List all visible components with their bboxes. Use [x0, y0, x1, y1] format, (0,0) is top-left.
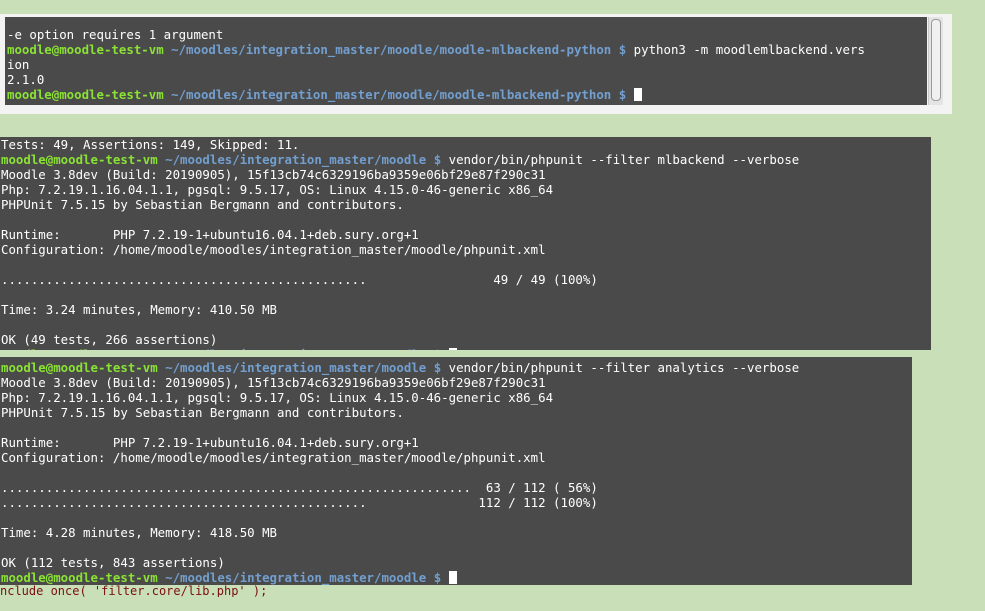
prompt-line: moodle@moodle-test-vm ~/moodles/integrat… — [7, 42, 927, 57]
prompt-symbol: $ — [433, 360, 442, 375]
prompt-user: moodle@moodle-test-vm — [1, 347, 158, 350]
output-line: OK (49 tests, 266 assertions) — [1, 332, 218, 347]
prompt-user: moodle@moodle-test-vm — [7, 42, 164, 57]
output-line: OK (112 tests, 843 assertions) — [1, 555, 225, 570]
output-line: PHPUnit 7.5.15 by Sebastian Bergmann and… — [1, 197, 404, 212]
output-line: Time: 4.28 minutes, Memory: 418.50 MB — [1, 525, 278, 540]
output-line: Moodle 3.8dev (Build: 20190905), 15f13cb… — [1, 375, 546, 390]
terminal-cursor — [448, 571, 457, 584]
terminal-cursor — [448, 348, 457, 350]
prompt-path: ~/moodles/integration_master/moodle — [165, 570, 427, 585]
output-line: Moodle 3.8dev (Build: 20190905), 15f13cb… — [1, 167, 546, 182]
terminal-middle[interactable]: Tests: 49, Assertions: 149, Skipped: 11.… — [0, 137, 931, 350]
prompt-line: moodle@moodle-test-vm ~/moodles/integrat… — [1, 347, 931, 350]
terminal-bottom[interactable]: moodle@moodle-test-vm ~/moodles/integrat… — [0, 357, 912, 585]
prompt-symbol: $ — [433, 570, 442, 585]
output-line: Php: 7.2.19.1.16.04.1.1, pgsql: 9.5.17, … — [1, 390, 554, 405]
prompt-path: ~/moodles/integration_master/moodle — [165, 360, 427, 375]
output-line: 2.1.0 — [7, 72, 45, 87]
prompt-user: moodle@moodle-test-vm — [1, 360, 158, 375]
output-line: Runtime: PHP 7.2.19-1+ubuntu16.04.1+deb.… — [1, 435, 419, 450]
prompt-line: moodle@moodle-test-vm ~/moodles/integrat… — [1, 152, 931, 167]
prompt-path: ~/moodles/integration_master/moodle — [165, 152, 427, 167]
prompt-line: moodle@moodle-test-vm ~/moodles/integrat… — [7, 87, 927, 102]
output-line: ........................................… — [1, 272, 598, 287]
output-line: Tests: 49, Assertions: 149, Skipped: 11. — [1, 137, 300, 152]
output-line: ........................................… — [1, 480, 598, 495]
output-line: ........................................… — [1, 495, 598, 510]
prompt-path: ~/moodles/integration_master/moodle — [165, 347, 426, 350]
prompt-user: moodle@moodle-test-vm — [1, 570, 158, 585]
output-line: PHPUnit 7.5.15 by Sebastian Bergmann and… — [1, 405, 404, 420]
output-line: Php: 7.2.19.1.16.04.1.1, pgsql: 9.5.17, … — [1, 182, 554, 197]
output-line: Configuration: /home/moodle/moodles/inte… — [1, 242, 546, 257]
command-text: python3 -m moodlemlbackend.vers — [633, 42, 865, 57]
output-line: Time: 3.24 minutes, Memory: 410.50 MB — [1, 302, 278, 317]
background-editor-fragment: nclude_once( 'filter.core/lib.php' ); — [0, 585, 268, 597]
prompt-symbol: $ — [434, 347, 441, 350]
command-text: vendor/bin/phpunit --filter analytics --… — [448, 360, 800, 375]
prompt-symbol: $ — [433, 152, 442, 167]
output-line: Configuration: /home/moodle/moodles/inte… — [1, 450, 546, 465]
prompt-user: moodle@moodle-test-vm — [7, 87, 164, 102]
terminal-cursor — [633, 88, 642, 101]
prompt-line: moodle@moodle-test-vm ~/moodles/integrat… — [1, 360, 912, 375]
terminal-top-scrollbar[interactable] — [928, 17, 943, 105]
output-line: -e option requires 1 argument — [7, 27, 224, 42]
prompt-line: moodle@moodle-test-vm ~/moodles/integrat… — [1, 570, 912, 585]
prompt-path: ~/moodles/integration_master/moodle/mood… — [171, 87, 612, 102]
scrollbar-thumb[interactable] — [931, 19, 941, 101]
prompt-path: ~/moodles/integration_master/moodle/mood… — [171, 42, 612, 57]
output-line: Runtime: PHP 7.2.19-1+ubuntu16.04.1+deb.… — [1, 227, 419, 242]
command-text: vendor/bin/phpunit --filter mlbackend --… — [448, 152, 800, 167]
prompt-symbol: $ — [618, 42, 627, 57]
output-line: ion — [7, 57, 30, 72]
prompt-symbol: $ — [618, 87, 627, 102]
prompt-user: moodle@moodle-test-vm — [1, 152, 158, 167]
terminal-top[interactable]: -e option requires 1 argument moodle@mood… — [5, 17, 927, 105]
